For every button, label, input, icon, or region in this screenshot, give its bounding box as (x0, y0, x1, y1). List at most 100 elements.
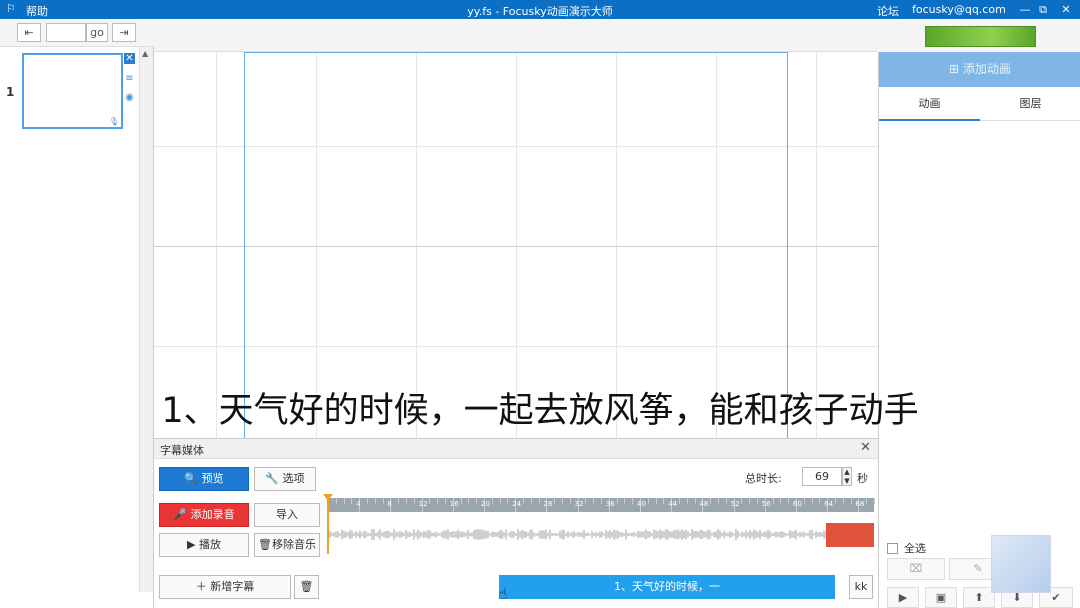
editing-canvas[interactable] (154, 52, 878, 438)
ruler-tick (413, 498, 415, 504)
ruler-label: 4 (356, 500, 361, 508)
duration-unit: 秒 (857, 472, 868, 485)
delete-slide-icon[interactable]: ✕ (124, 53, 135, 64)
status-green-bar[interactable] (925, 26, 1036, 47)
ruler-tick (850, 498, 852, 504)
ruler-tick (538, 498, 540, 504)
slide-list-scrollbar[interactable]: ▲ (139, 47, 153, 592)
ruler-tick (772, 498, 774, 504)
page-number-input[interactable] (46, 23, 86, 42)
account-email[interactable]: focusky@qq.com (912, 3, 1006, 16)
ruler-tick (445, 498, 446, 504)
eye-icon[interactable]: ◉ (124, 92, 135, 103)
canvas-toolbar (154, 19, 878, 52)
timeline-ruler[interactable]: 4 8 12 16 20 24 28 32 36 40 44 48 52 56 60 64 68 (328, 498, 875, 512)
slide-list-panel: 1 🎙 ✕ ≡ ◉ ▲ (0, 47, 154, 608)
ruler-label: 24 (512, 500, 522, 508)
subtitle-clip[interactable]: 1、天气好的时候，一 (499, 575, 835, 599)
forum-link[interactable]: 论坛 (877, 3, 899, 19)
menu-icon[interactable]: ≡ (124, 73, 135, 84)
ruler-tick (718, 498, 719, 504)
duration-stepper[interactable]: ▲ ▼ (842, 467, 852, 486)
slide-frame[interactable] (244, 52, 788, 438)
slide-thumbnail[interactable]: 🎙 (22, 53, 123, 129)
title-bar: ⚐ 帮助 yy.fs - Focusky动画演示大师 论坛 focusky@qq… (0, 0, 1080, 19)
ruler-tick (710, 498, 712, 504)
audio-clip-end[interactable] (826, 523, 874, 547)
options-label: 选项 (282, 472, 305, 485)
add-subtitle-button[interactable]: ＋ 新增字幕 (159, 575, 291, 599)
total-duration-input[interactable]: 69 (802, 467, 842, 486)
kk-button[interactable]: kk (849, 575, 873, 599)
ruler-tick (398, 498, 400, 504)
import-button[interactable]: 导入 (254, 503, 320, 527)
ruler-label: 68 (855, 500, 865, 508)
mouse-pointer-icon: ☝ (498, 584, 508, 603)
ruler-tick (601, 498, 602, 504)
play-animation-button[interactable]: ▶ (887, 587, 919, 608)
last-slide-button[interactable]: ⇥ (112, 23, 136, 42)
delete-animation-button[interactable]: ⌧ (887, 558, 945, 580)
ruler-label: 64 (824, 500, 834, 508)
ruler-tick (616, 498, 618, 504)
ruler-label: 20 (481, 500, 490, 508)
ruler-tick (491, 498, 493, 504)
trash-icon: 🗑 (299, 580, 314, 593)
ruler-tick (866, 498, 868, 504)
ruler-tick (406, 498, 407, 504)
delete-subtitle-button[interactable]: 🗑 (294, 575, 319, 599)
subtitle-media-panel: 字幕媒体 ✕ 🔍 预览 🔧 选项 总时长: 69 ▲ ▼ 秒 🎤 添加录音 导入 … (154, 438, 878, 608)
ruler-tick (780, 498, 782, 504)
delete-icon: ⌧ (909, 562, 923, 575)
grid-line (816, 52, 817, 438)
total-duration-label: 总时长: (745, 472, 782, 485)
ruler-label: 40 (637, 500, 646, 508)
ruler-tick (632, 498, 634, 504)
go-button[interactable]: go (86, 23, 108, 42)
ruler-tick (655, 498, 657, 504)
close-panel-icon[interactable]: ✕ (860, 440, 871, 455)
checkbox-icon[interactable] (887, 543, 898, 554)
media-panel-header: 字幕媒体 ✕ (154, 439, 878, 459)
ruler-tick (624, 498, 626, 504)
ruler-tick (351, 498, 353, 504)
select-all-checkbox[interactable]: 全选 (887, 540, 926, 556)
ruler-tick (874, 498, 875, 504)
chevron-up-icon[interactable]: ▲ (844, 468, 849, 476)
tab-animation[interactable]: 动画 (879, 87, 980, 121)
add-recording-label: 添加录音 (190, 508, 235, 521)
ruler-tick (679, 498, 680, 504)
add-recording-button[interactable]: 🎤 添加录音 (159, 503, 249, 527)
preview-button[interactable]: 🔍 预览 (159, 467, 249, 491)
preview-label: 预览 (201, 472, 224, 485)
ruler-tick (757, 498, 758, 504)
first-slide-button[interactable]: ⇤ (17, 23, 41, 42)
audio-waveform[interactable] (328, 522, 874, 547)
preview-screen-button[interactable]: ▣ (925, 587, 957, 608)
ruler-tick (788, 498, 790, 504)
subtitle-overlay-text: 1、天气好的时候，一起去放风筝，能和孩子动手 (161, 391, 919, 431)
ruler-tick (741, 498, 743, 504)
close-button[interactable]: ✕ (1058, 2, 1074, 17)
minimize-button[interactable]: — (1017, 2, 1033, 17)
playhead-line[interactable] (327, 494, 329, 554)
plus-icon: ＋ (195, 580, 211, 593)
play-button[interactable]: ▶ 播放 (159, 533, 249, 557)
ruler-tick (647, 498, 649, 504)
restore-button[interactable]: ⧉ (1035, 2, 1051, 17)
tab-layer[interactable]: 图层 (980, 87, 1080, 121)
ruler-label: 52 (730, 500, 740, 508)
remove-music-button[interactable]: 🗑移除音乐 (254, 533, 320, 557)
scroll-up-icon[interactable]: ▲ (142, 49, 148, 58)
ruler-tick (343, 498, 345, 504)
ruler-label: 32 (574, 500, 584, 508)
search-icon: 🔍 (184, 472, 202, 485)
ruler-tick (562, 498, 563, 504)
ruler-label: 44 (668, 500, 678, 508)
add-animation-button[interactable]: ⊞ 添加动画 (879, 52, 1080, 87)
add-animation-icon: ⊞ (949, 62, 963, 76)
ruler-tick (811, 498, 813, 504)
ruler-label: 28 (543, 500, 553, 508)
chevron-down-icon[interactable]: ▼ (844, 477, 849, 485)
options-button[interactable]: 🔧 选项 (254, 467, 316, 491)
